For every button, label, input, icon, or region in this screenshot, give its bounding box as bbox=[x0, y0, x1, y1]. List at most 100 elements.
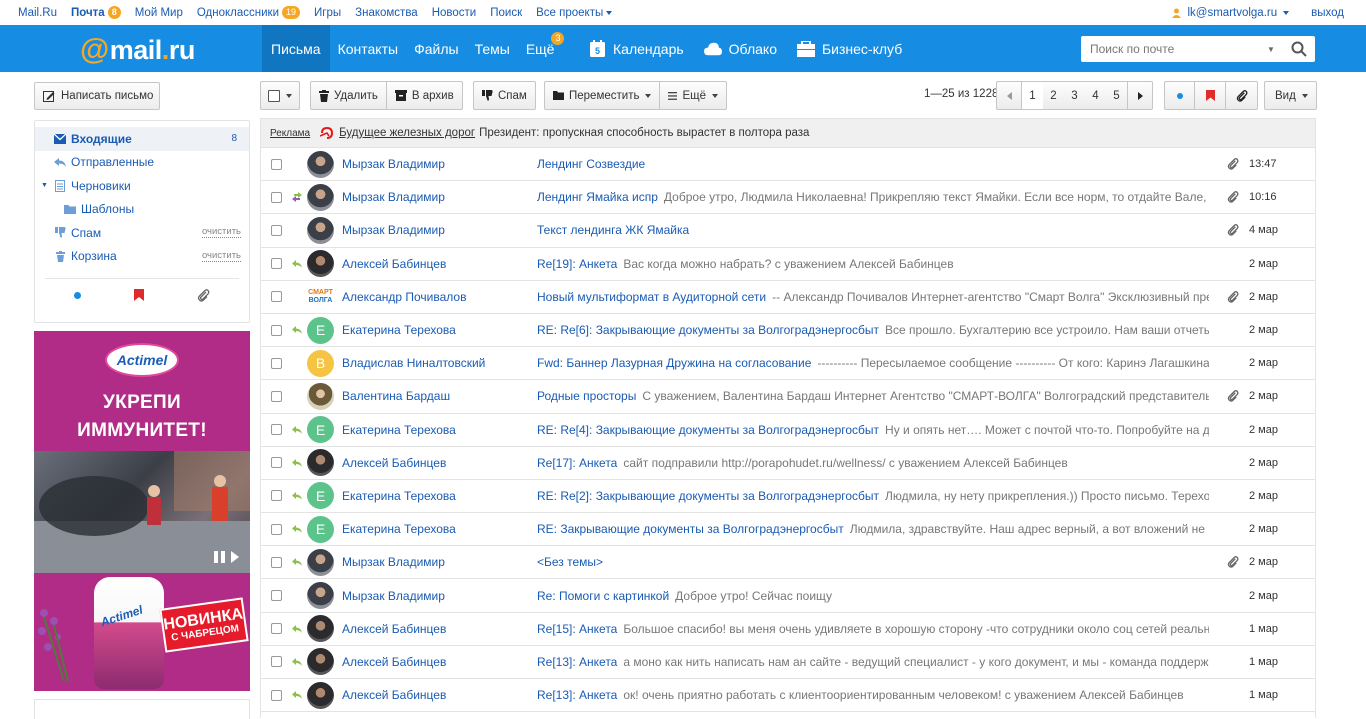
sender-name[interactable]: Алексей Бабинцев bbox=[342, 257, 532, 271]
avatar[interactable] bbox=[307, 150, 334, 178]
mailru-logo[interactable]: @ mail. ru bbox=[80, 33, 195, 67]
portal-link-4[interactable]: Игры bbox=[314, 7, 341, 19]
sender-name[interactable]: Александр Почивалов bbox=[342, 290, 532, 304]
message-row[interactable]: Алексей Бабинцев Re[17]: Анкета сайт подпр… bbox=[261, 447, 1315, 480]
service-link-2[interactable]: Бизнес-клуб bbox=[796, 40, 902, 58]
attachment-filter-button[interactable] bbox=[1226, 82, 1257, 109]
message-checkbox[interactable] bbox=[271, 390, 282, 402]
page-2[interactable]: 2 bbox=[1043, 82, 1064, 109]
page-4[interactable]: 4 bbox=[1085, 82, 1106, 109]
delete-button[interactable]: Удалить bbox=[311, 82, 387, 109]
sender-name[interactable]: Алексей Бабинцев bbox=[342, 622, 532, 636]
sender-name[interactable]: Мырзак Владимир bbox=[342, 223, 532, 237]
message-row[interactable]: Мырзак Владимир Лендинг Созвездие 13:47 bbox=[261, 148, 1315, 182]
folder-5[interactable]: Корзина очистить bbox=[35, 245, 249, 269]
expand-arrow-icon[interactable]: ▼ bbox=[41, 182, 48, 189]
message-subject-line[interactable]: Re: Помоги с картинкой Доброе утро! Сейча… bbox=[537, 589, 1209, 603]
folder-2[interactable]: ▼ Черновики bbox=[35, 174, 249, 198]
page-3[interactable]: 3 bbox=[1064, 82, 1085, 109]
message-subject-line[interactable]: Re[15]: Анкета Большое спасибо! вы меня о… bbox=[537, 622, 1209, 636]
message-checkbox[interactable] bbox=[271, 224, 282, 236]
avatar[interactable] bbox=[307, 582, 334, 610]
ad-row[interactable]: Реклама Будущее железных дорог Президент… bbox=[261, 119, 1315, 148]
message-subject-line[interactable]: RE: Re[6]: Закрывающие документы за Волг… bbox=[537, 323, 1209, 337]
sender-name[interactable]: Екатерина Терехова bbox=[342, 522, 532, 536]
sender-name[interactable]: Владислав Ниналтовский bbox=[342, 356, 532, 370]
avatar[interactable] bbox=[307, 449, 334, 477]
folder-3[interactable]: Шаблоны bbox=[35, 198, 249, 222]
folder-1[interactable]: Отправленные bbox=[35, 151, 249, 175]
sender-name[interactable]: Алексей Бабинцев bbox=[342, 456, 532, 470]
page-5[interactable]: 5 bbox=[1106, 82, 1127, 109]
select-all-checkbox[interactable] bbox=[268, 89, 280, 102]
message-subject-line[interactable]: RE: Re[2]: Закрывающие документы за Волг… bbox=[537, 489, 1209, 503]
message-row[interactable]: Е Екатерина Терехова RE: Re[6]: Закрывающи… bbox=[261, 314, 1315, 348]
archive-button[interactable]: В архив bbox=[387, 82, 462, 109]
nav-tab-1[interactable]: Контакты bbox=[330, 25, 406, 72]
message-subject-line[interactable]: Лендинг Ямайка испр Доброе утро, Людмила … bbox=[537, 190, 1209, 204]
message-checkbox[interactable] bbox=[271, 656, 282, 668]
message-row[interactable]: Мырзак Владимир Лендинг Ямайка испр Доброе… bbox=[261, 181, 1315, 215]
avatar[interactable]: Е bbox=[307, 316, 334, 344]
message-row[interactable]: Алексей Бабинцев Re[19]: Анкета Вас когда … bbox=[261, 248, 1315, 281]
flag-filter-button[interactable] bbox=[1195, 82, 1226, 109]
sender-name[interactable]: Екатерина Терехова bbox=[342, 323, 532, 337]
message-row[interactable]: СМАРТ ВОЛГА Александр Почивалов Новый мульт… bbox=[261, 281, 1315, 314]
sender-name[interactable]: Екатерина Терехова bbox=[342, 423, 532, 437]
avatar[interactable] bbox=[307, 548, 334, 576]
sender-name[interactable]: Мырзак Владимир bbox=[342, 157, 532, 171]
nav-tab-3[interactable]: Темы bbox=[467, 25, 518, 72]
portal-link-6[interactable]: Новости bbox=[432, 7, 477, 19]
avatar[interactable] bbox=[307, 183, 334, 211]
view-dropdown[interactable]: Вид bbox=[1264, 81, 1317, 110]
ad-link[interactable]: Будущее железных дорог bbox=[339, 127, 475, 139]
next-page-button[interactable] bbox=[1127, 82, 1152, 109]
flag-filter-icon[interactable] bbox=[133, 289, 144, 301]
clear-folder-link[interactable]: очистить bbox=[201, 227, 241, 239]
nav-tab-4[interactable]: Ещё 3 bbox=[518, 25, 565, 72]
message-row[interactable]: Алексей Бабинцев Re[13]: Анкета ок! очень … bbox=[261, 679, 1315, 713]
portal-link-2[interactable]: Мой Мир bbox=[135, 7, 183, 19]
message-checkbox[interactable] bbox=[271, 556, 282, 568]
portal-link-5[interactable]: Знакомства bbox=[355, 7, 418, 19]
message-checkbox[interactable] bbox=[271, 457, 282, 469]
more-button[interactable]: Ещё bbox=[660, 82, 726, 109]
message-checkbox[interactable] bbox=[271, 158, 282, 170]
message-row[interactable]: Мырзак Владимир <Без темы> 2 мар bbox=[261, 546, 1315, 580]
message-subject-line[interactable]: Лендинг Созвездие bbox=[537, 157, 1209, 171]
folder-4[interactable]: Спам очистить bbox=[35, 221, 249, 245]
message-row[interactable]: Е Екатерина Терехова RE: Re[2]: Закрывающи… bbox=[261, 480, 1315, 514]
prev-page-button[interactable] bbox=[997, 82, 1022, 109]
attachment-filter-icon[interactable] bbox=[197, 288, 210, 302]
unread-filter-button[interactable] bbox=[1165, 82, 1195, 109]
avatar[interactable]: Е bbox=[307, 515, 334, 543]
message-subject-line[interactable]: Текст лендинга ЖК Ямайка bbox=[537, 223, 1209, 237]
message-checkbox[interactable] bbox=[271, 689, 282, 701]
message-subject-line[interactable]: RE: Закрывающие документы за Волгоградэн… bbox=[537, 522, 1209, 536]
message-row[interactable]: Алексей Бабинцев Re[15]: Анкета Большое сп… bbox=[261, 613, 1315, 646]
portal-link-1[interactable]: Почта 8 bbox=[71, 6, 121, 19]
portal-link-7[interactable]: Поиск bbox=[490, 7, 522, 19]
message-checkbox[interactable] bbox=[271, 191, 282, 203]
message-checkbox[interactable] bbox=[271, 357, 282, 369]
avatar[interactable] bbox=[307, 648, 334, 676]
avatar[interactable]: В bbox=[307, 349, 334, 377]
message-checkbox[interactable] bbox=[271, 291, 282, 303]
avatar[interactable] bbox=[307, 382, 334, 410]
unread-filter-icon[interactable] bbox=[73, 291, 81, 299]
chevron-down-icon[interactable] bbox=[1283, 10, 1290, 15]
message-subject-line[interactable]: Fwd: Баннер Лазурная Дружина на согласов… bbox=[537, 356, 1209, 370]
avatar[interactable] bbox=[307, 615, 334, 643]
search-options-icon[interactable]: ▼ bbox=[1267, 45, 1275, 54]
avatar[interactable]: СМАРТ ВОЛГА bbox=[307, 283, 334, 311]
search-input[interactable] bbox=[1081, 42, 1261, 56]
compose-button[interactable]: Написать письмо bbox=[34, 82, 160, 110]
message-subject-line[interactable]: RE: Re[4]: Закрывающие документы за Волг… bbox=[537, 423, 1209, 437]
message-row[interactable]: Е Екатерина Терехова RE: Закрывающие докум… bbox=[261, 513, 1315, 547]
message-subject-line[interactable]: Новый мультиформат в Аудиторной сети -- А… bbox=[537, 290, 1209, 304]
avatar[interactable] bbox=[307, 681, 334, 709]
message-row[interactable]: Е Екатерина Терехова RE: Re[4]: Закрывающи… bbox=[261, 414, 1315, 447]
sender-name[interactable]: Мырзак Владимир bbox=[342, 190, 532, 204]
message-checkbox[interactable] bbox=[271, 490, 282, 502]
select-all-dropdown[interactable] bbox=[260, 81, 300, 110]
